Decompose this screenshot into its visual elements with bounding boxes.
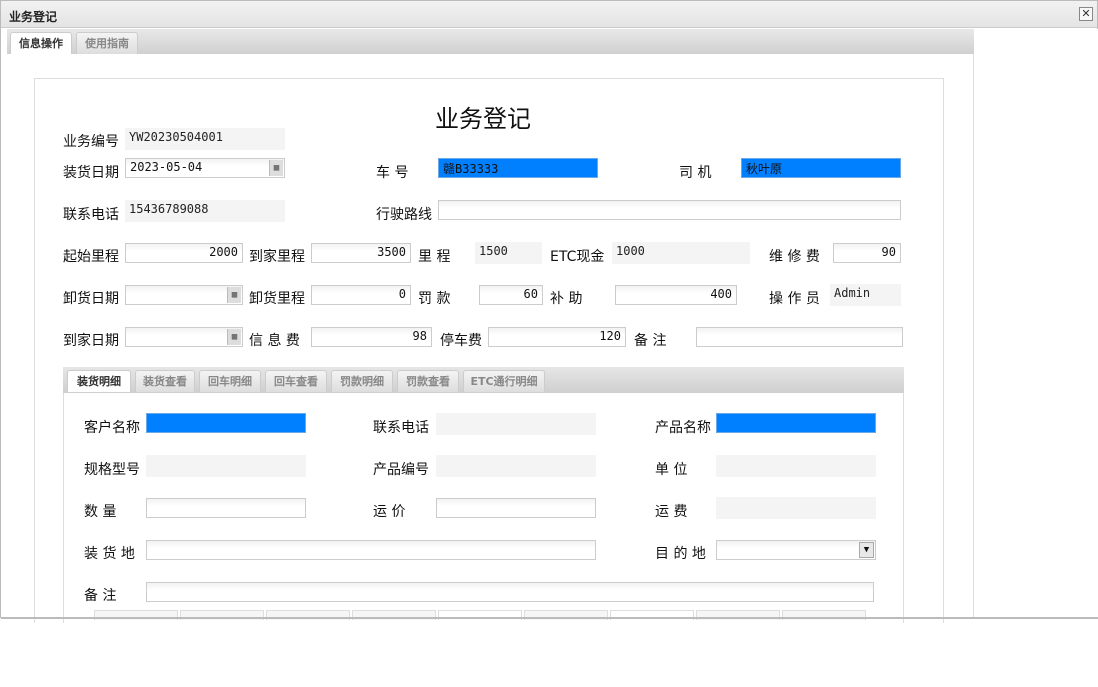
start-mileage-label: 起始里程 — [63, 246, 119, 266]
remark-input[interactable] — [696, 327, 903, 347]
biz-no-field: YW20230504001 — [125, 128, 285, 150]
home-date-label: 到家日期 — [63, 330, 119, 350]
title-bar: 业务登记 ✕ — [1, 1, 1097, 28]
dest-select[interactable]: ▼ — [716, 540, 876, 560]
plate-label: 车 号 — [376, 162, 408, 182]
remark-label: 备 注 — [634, 330, 666, 350]
detail-remark-label: 备 注 — [84, 585, 116, 605]
route-input[interactable] — [438, 200, 901, 220]
etc-cash-field: 1000 — [612, 242, 750, 264]
load-place-input[interactable] — [146, 540, 596, 560]
subtab-fine-detail[interactable]: 罚款明细 — [331, 370, 393, 392]
freight-field — [716, 497, 876, 519]
window-bottom-border — [1, 617, 1098, 619]
calendar-icon[interactable]: ▦ — [227, 287, 241, 303]
subtab-load-view[interactable]: 装货查看 — [135, 370, 195, 392]
main-tabs: 信息操作 使用指南 — [7, 29, 974, 54]
plate-input[interactable]: 赣B33333 — [438, 158, 598, 178]
unload-date-label: 卸货日期 — [63, 288, 119, 308]
window: 业务登记 ✕ 信息操作 使用指南 业务登记 业务编号 YW20230504001… — [0, 0, 1098, 618]
tab-info-operation[interactable]: 信息操作 — [10, 32, 72, 54]
mileage-field: 1500 — [475, 242, 542, 264]
detail-tabs: 装货明细 装货查看 回车明细 回车查看 罚款明细 罚款查看 ETC通行明细 — [63, 367, 904, 393]
operator-field: Admin — [830, 284, 901, 306]
load-date-label: 装货日期 — [63, 162, 119, 182]
freight-label: 运 费 — [655, 501, 687, 521]
product-no-field — [436, 455, 596, 477]
unload-date-input[interactable]: ▦ — [125, 285, 243, 305]
driver-input[interactable]: 秋叶原 — [741, 158, 901, 178]
repair-fee-input[interactable]: 90 — [833, 243, 901, 263]
qty-input[interactable] — [146, 498, 306, 518]
fine-input[interactable]: 60 — [479, 285, 543, 305]
operator-label: 操 作 员 — [769, 288, 820, 308]
subtab-return-view[interactable]: 回车查看 — [265, 370, 327, 392]
biz-no-label: 业务编号 — [63, 131, 119, 151]
phone-label: 联系电话 — [63, 204, 119, 224]
unload-mileage-input[interactable]: 0 — [311, 285, 411, 305]
calendar-icon[interactable]: ▦ — [269, 160, 283, 176]
repair-fee-label: 维 修 费 — [769, 246, 820, 266]
subsidy-input[interactable]: 400 — [615, 285, 737, 305]
info-fee-input[interactable]: 98 — [311, 327, 432, 347]
detail-remark-input[interactable] — [146, 582, 874, 602]
mileage-label: 里 程 — [418, 246, 450, 266]
dest-label: 目 的 地 — [655, 543, 706, 563]
customer-input[interactable] — [146, 413, 306, 433]
etc-cash-label: ETC现金 — [550, 246, 604, 266]
home-date-input[interactable]: ▦ — [125, 327, 243, 347]
qty-label: 数 量 — [84, 501, 116, 521]
contact-label: 联系电话 — [373, 417, 429, 437]
info-fee-label: 信 息 费 — [249, 330, 300, 350]
load-date-value: 2023-05-04 — [130, 160, 202, 174]
page-title: 业务登记 — [435, 99, 531, 134]
route-label: 行驶路线 — [376, 204, 432, 224]
product-label: 产品名称 — [655, 417, 711, 437]
parking-fee-label: 停车费 — [440, 330, 482, 350]
calendar-icon[interactable]: ▦ — [227, 329, 241, 345]
contact-field — [436, 413, 596, 435]
product-no-label: 产品编号 — [373, 459, 429, 479]
spec-field — [146, 455, 306, 477]
phone-field: 15436789088 — [125, 200, 285, 222]
spec-label: 规格型号 — [84, 459, 140, 479]
load-place-label: 装 货 地 — [84, 543, 135, 563]
fine-label: 罚 款 — [418, 288, 450, 308]
price-label: 运 价 — [373, 501, 405, 521]
price-input[interactable] — [436, 498, 596, 518]
subtab-etc-detail[interactable]: ETC通行明细 — [463, 370, 545, 392]
subsidy-label: 补 助 — [550, 288, 582, 308]
tab-user-guide[interactable]: 使用指南 — [76, 32, 138, 54]
chevron-down-icon[interactable]: ▼ — [859, 542, 874, 558]
start-mileage-input[interactable]: 2000 — [125, 243, 243, 263]
load-date-input[interactable]: 2023-05-04 ▦ — [125, 158, 285, 178]
close-icon[interactable]: ✕ — [1079, 7, 1093, 21]
parking-fee-input[interactable]: 120 — [488, 327, 626, 347]
home-mileage-input[interactable]: 3500 — [311, 243, 411, 263]
unload-mileage-label: 卸货里程 — [249, 288, 305, 308]
driver-label: 司 机 — [679, 162, 711, 182]
unit-label: 单 位 — [655, 459, 687, 479]
right-pane — [974, 29, 1098, 618]
customer-label: 客户名称 — [84, 417, 140, 437]
unit-field — [716, 455, 876, 477]
product-input[interactable] — [716, 413, 876, 433]
subtab-return-detail[interactable]: 回车明细 — [199, 370, 261, 392]
home-mileage-label: 到家里程 — [249, 246, 305, 266]
subtab-load-detail[interactable]: 装货明细 — [67, 370, 131, 392]
subtab-fine-view[interactable]: 罚款查看 — [397, 370, 459, 392]
window-title: 业务登记 — [9, 8, 57, 25]
